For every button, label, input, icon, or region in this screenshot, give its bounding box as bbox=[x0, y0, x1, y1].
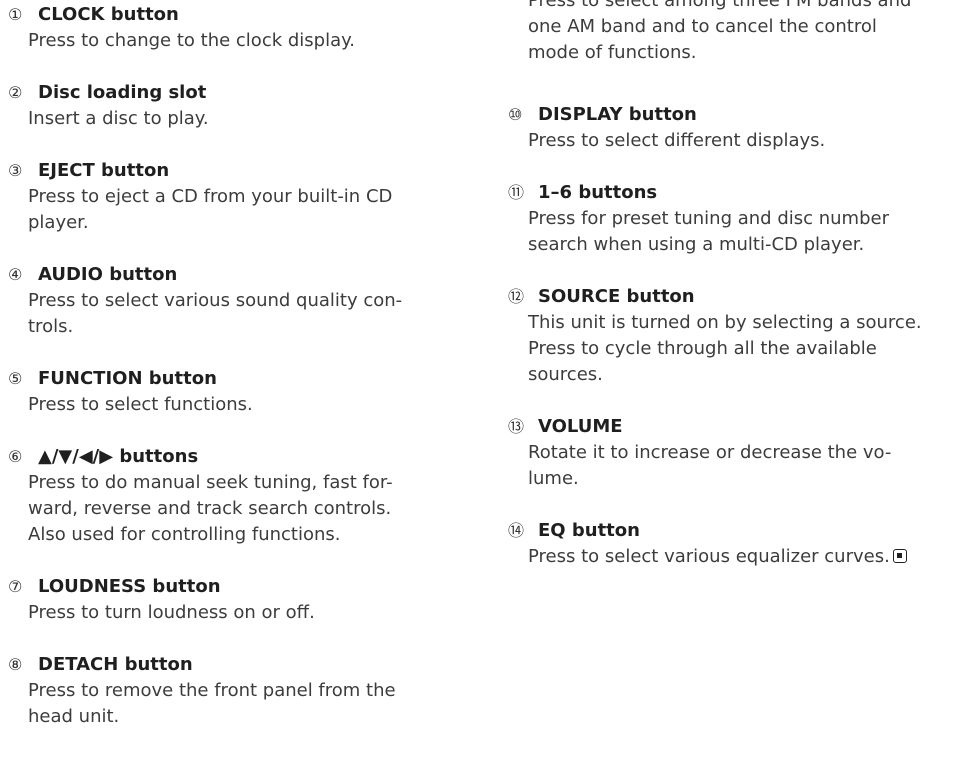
item-number: ⑪ bbox=[508, 183, 525, 202]
description-line: ward, reverse and track search controls. bbox=[28, 498, 392, 519]
section-end-icon bbox=[892, 549, 907, 563]
description-line: head unit. bbox=[28, 706, 120, 727]
list-item-function: ⑤ FUNCTION button Press to select functio… bbox=[8, 366, 253, 418]
item-number: ⑬ bbox=[508, 417, 525, 436]
item-description: Press to select different displays. bbox=[508, 128, 825, 154]
item-title: DISPLAY button bbox=[538, 104, 697, 125]
description-line: Press to turn loudness on or off. bbox=[28, 602, 315, 623]
description-line: Press to select among three FM bands and bbox=[528, 0, 912, 11]
item-number: ⑦ bbox=[8, 577, 23, 596]
item-title: CLOCK button bbox=[38, 4, 179, 25]
item-description: Press to select various equalizer curves… bbox=[508, 544, 907, 570]
item-description: Press to select functions. bbox=[8, 392, 253, 418]
description-line: one AM band and to cancel the control bbox=[528, 16, 877, 37]
item-title: Disc loading slot bbox=[38, 82, 207, 103]
item-description: Press to do manual seek tuning, fast for… bbox=[8, 470, 393, 548]
item-number: ⑤ bbox=[8, 369, 23, 388]
item-number: ② bbox=[8, 83, 23, 102]
list-item-arrow-buttons: ⑥ ▲/▼/◀/▶ buttons Press to do manual seek… bbox=[8, 444, 393, 548]
description-line: lume. bbox=[528, 468, 579, 489]
list-item-source: ⑫ SOURCE button This unit is turned on by… bbox=[508, 284, 922, 388]
item-title: EJECT button bbox=[38, 160, 170, 181]
item-description: Rotate it to increase or decrease the vo… bbox=[508, 440, 891, 492]
description-line: Insert a disc to play. bbox=[28, 108, 209, 129]
item-number: ⑫ bbox=[508, 287, 525, 306]
description-line: search when using a multi-CD player. bbox=[528, 234, 865, 255]
item-heading: ④ AUDIO button bbox=[8, 262, 402, 288]
item-heading: ⑪ 1–6 buttons bbox=[508, 180, 889, 206]
description-line: Press for preset tuning and disc number bbox=[528, 208, 889, 229]
list-item-display: ⑩ DISPLAY button Press to select differen… bbox=[508, 102, 825, 154]
item-description: Press to remove the front panel from the… bbox=[8, 678, 396, 730]
description-line: Rotate it to increase or decrease the vo… bbox=[528, 442, 892, 463]
item-title: ▲/▼/◀/▶ buttons bbox=[38, 446, 199, 467]
item-number: ⑭ bbox=[508, 521, 525, 540]
description-line: Press to change to the clock display. bbox=[28, 30, 355, 51]
description-line: Press to remove the front panel from the bbox=[28, 680, 396, 701]
item-title: EQ button bbox=[538, 520, 640, 541]
description-text: Press to select various equalizer curves… bbox=[528, 546, 890, 567]
list-item-preset-buttons: ⑪ 1–6 buttons Press for preset tuning and… bbox=[508, 180, 889, 258]
description-line: Press to select functions. bbox=[28, 394, 253, 415]
item-description: Press to eject a CD from your built-in C… bbox=[8, 184, 392, 236]
list-item-disc-slot: ② Disc loading slot Insert a disc to play… bbox=[8, 80, 209, 132]
description-line: sources. bbox=[528, 364, 603, 385]
item-description: Press to change to the clock display. bbox=[8, 28, 355, 54]
description-line: Also used for controlling functions. bbox=[28, 524, 341, 545]
description-line: Press to eject a CD from your built-in C… bbox=[28, 186, 393, 207]
item-title: 1–6 buttons bbox=[538, 182, 658, 203]
description-line: player. bbox=[28, 212, 89, 233]
item-heading: ⑩ DISPLAY button bbox=[508, 102, 825, 128]
item-description: Press to select among three FM bands and… bbox=[508, 0, 911, 66]
item-heading: ⑤ FUNCTION button bbox=[8, 366, 253, 392]
item-number: ① bbox=[8, 5, 23, 24]
item-title: SOURCE button bbox=[538, 286, 695, 307]
description-line: Press to do manual seek tuning, fast for… bbox=[28, 472, 393, 493]
list-item-audio: ④ AUDIO button Press to select various so… bbox=[8, 262, 402, 340]
item-title: FUNCTION button bbox=[38, 368, 217, 389]
list-item-loudness: ⑦ LOUDNESS button Press to turn loudness … bbox=[8, 574, 315, 626]
item-heading: ③ EJECT button bbox=[8, 158, 392, 184]
item-heading: ① CLOCK button bbox=[8, 2, 355, 28]
description-line: mode of functions. bbox=[528, 42, 697, 63]
description-line: Press to select various equalizer curves… bbox=[528, 544, 907, 570]
item-description: Press for preset tuning and disc number … bbox=[508, 206, 889, 258]
item-number: ③ bbox=[8, 161, 23, 180]
description-line: Press to select various sound quality co… bbox=[28, 290, 403, 311]
description-line: Press to cycle through all the available bbox=[528, 338, 877, 359]
list-item-clock: ① CLOCK button Press to change to the clo… bbox=[8, 2, 355, 54]
description-line: Press to select different displays. bbox=[528, 130, 826, 151]
item-description: This unit is turned on by selecting a so… bbox=[508, 310, 922, 388]
list-item-volume: ⑬ VOLUME Rotate it to increase or decreas… bbox=[508, 414, 891, 492]
item-title: LOUDNESS button bbox=[38, 576, 221, 597]
item-heading: ② Disc loading slot bbox=[8, 80, 209, 106]
item-heading: ⑭ EQ button bbox=[508, 518, 907, 544]
item-number: ④ bbox=[8, 265, 23, 284]
item-description: Insert a disc to play. bbox=[8, 106, 209, 132]
list-item-eject: ③ EJECT button Press to eject a CD from y… bbox=[8, 158, 392, 236]
item-title: VOLUME bbox=[538, 416, 623, 437]
item-description: Press to turn loudness on or off. bbox=[8, 600, 315, 626]
item-heading: ⑬ VOLUME bbox=[508, 414, 891, 440]
item-description: Press to select various sound quality co… bbox=[8, 288, 402, 340]
item-heading: ⑦ LOUDNESS button bbox=[8, 574, 315, 600]
continued-description: Press to select among three FM bands and… bbox=[508, 0, 911, 66]
item-number: ⑥ bbox=[8, 447, 23, 466]
list-item-detach: ⑧ DETACH button Press to remove the front… bbox=[8, 652, 396, 730]
description-line: This unit is turned on by selecting a so… bbox=[528, 312, 922, 333]
item-number: ⑩ bbox=[508, 105, 523, 124]
description-line: trols. bbox=[28, 316, 74, 337]
item-number: ⑧ bbox=[8, 655, 23, 674]
item-heading: ⑧ DETACH button bbox=[8, 652, 396, 678]
list-item-eq: ⑭ EQ button Press to select various equal… bbox=[508, 518, 907, 570]
item-heading: ⑫ SOURCE button bbox=[508, 284, 922, 310]
item-title: AUDIO button bbox=[38, 264, 178, 285]
item-title: DETACH button bbox=[38, 654, 193, 675]
item-heading: ⑥ ▲/▼/◀/▶ buttons bbox=[8, 444, 393, 470]
